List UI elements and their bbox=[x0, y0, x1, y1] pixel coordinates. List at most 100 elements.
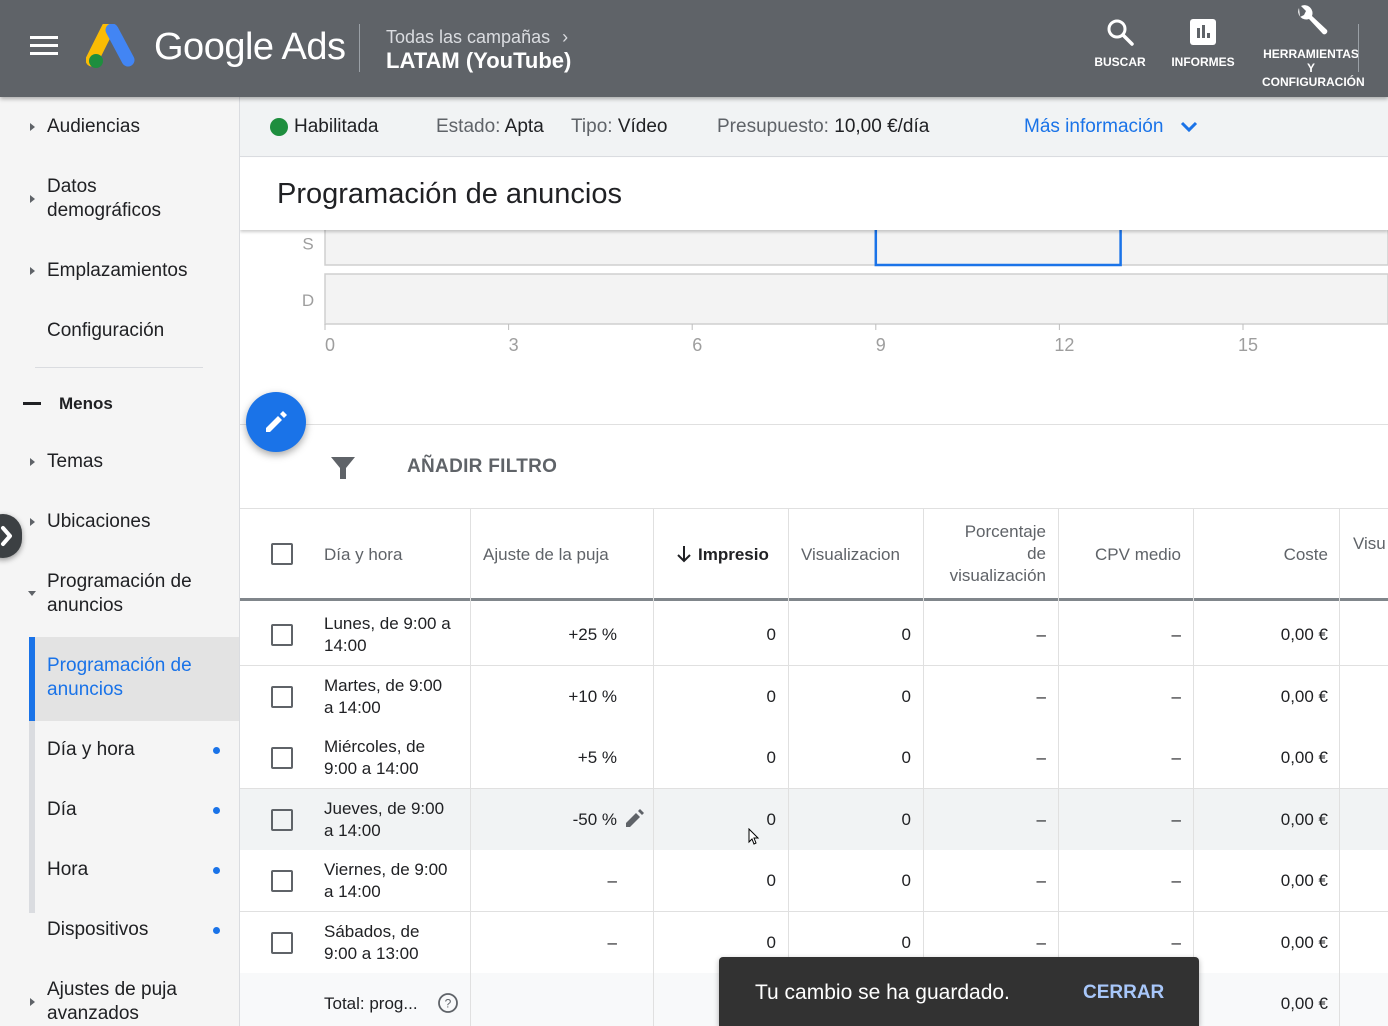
column-header-ajuste-puja[interactable]: Ajuste de la puja bbox=[483, 544, 609, 566]
row-checkbox[interactable] bbox=[271, 624, 293, 646]
cell-day-hour[interactable]: Lunes, de 9:00 a 14:00 bbox=[324, 613, 451, 657]
menu-icon[interactable] bbox=[30, 36, 60, 60]
column-divider bbox=[470, 509, 471, 1026]
snackbar: Tu cambio se ha guardado. CERRAR bbox=[719, 957, 1199, 1026]
sidebar-item-emplazamientos[interactable]: Emplazamientos bbox=[0, 259, 239, 283]
row-checkbox[interactable] bbox=[271, 931, 293, 954]
cell-bid-adjustment[interactable]: – bbox=[480, 870, 617, 892]
sidebar-item-dispositivos[interactable]: Dispositivos bbox=[0, 918, 239, 942]
expand-sidebar-button[interactable] bbox=[0, 514, 22, 558]
pencil-icon[interactable] bbox=[624, 807, 646, 829]
edit-fab-button[interactable] bbox=[246, 392, 306, 452]
column-divider bbox=[653, 509, 654, 1026]
cell-views: 0 bbox=[901, 686, 911, 706]
sidebar-item-configuracion[interactable]: Configuración bbox=[0, 319, 239, 343]
help-icon[interactable]: ? bbox=[437, 992, 459, 1014]
sidebar-item-datos-demograficos[interactable]: Datos demográficos bbox=[0, 175, 239, 223]
table-row[interactable]: Lunes, de 9:00 a 14:00 +25 % 0 0 – – 0,00 € bbox=[240, 604, 1388, 666]
cell-bid-adjustment[interactable]: +10 % bbox=[480, 686, 617, 708]
sort-desc-arrow-icon bbox=[677, 546, 691, 563]
cell-bid-adjustment[interactable]: +25 % bbox=[480, 624, 617, 646]
sidebar-item-audiencias[interactable]: Audiencias bbox=[0, 115, 239, 139]
cell-impressions: 0 bbox=[766, 625, 776, 644]
caret-down-icon bbox=[28, 591, 36, 596]
chart-row-band bbox=[324, 230, 1388, 266]
sidebar-subitem-programacion-anuncios[interactable]: Programación de anuncios bbox=[0, 654, 239, 702]
column-header-visualizaciones[interactable]: Visualizacion bbox=[801, 544, 913, 566]
tools-settings-button[interactable]: HERRAMIENTAS Y CONFIGURACIÓN bbox=[1262, 4, 1365, 89]
page-title: Programación de anuncios bbox=[277, 178, 622, 210]
cell-day-hour[interactable]: Jueves, de 9:00 a 14:00 bbox=[324, 798, 444, 842]
add-filter-button[interactable]: AÑADIR FILTRO bbox=[407, 456, 557, 478]
status-dot bbox=[213, 807, 220, 814]
chart-x-tick-label: 15 bbox=[1238, 335, 1258, 355]
status-label[interactable]: Habilitada bbox=[294, 116, 379, 138]
cell-day-hour[interactable]: Miércoles, de 9:00 a 14:00 bbox=[324, 736, 425, 780]
sidebar-subitem-dia-y-hora[interactable]: Día y hora bbox=[0, 738, 239, 762]
chart-x-tick-label: 12 bbox=[1054, 335, 1074, 355]
cell-bid-adjustment[interactable]: -50 % bbox=[480, 809, 617, 831]
sidebar-item-label: Ubicaciones bbox=[47, 511, 151, 532]
sidebar-subitem-hora[interactable]: Hora bbox=[0, 858, 239, 882]
chart-x-tick-label: 9 bbox=[876, 335, 886, 355]
row-checkbox[interactable] bbox=[271, 808, 293, 831]
column-header-visu[interactable]: Visu bbox=[1353, 533, 1386, 555]
row-checkbox[interactable] bbox=[271, 870, 293, 892]
cell-day-line: a 14:00 bbox=[324, 697, 381, 717]
cell-day-hour[interactable]: Sábados, de 9:00 a 13:00 bbox=[324, 921, 419, 965]
column-divider bbox=[923, 509, 924, 1026]
campaign-title[interactable]: LATAM (YouTube) bbox=[386, 48, 571, 74]
breadcrumb[interactable]: Todas las campañas › bbox=[386, 27, 568, 48]
column-header-coste[interactable]: Coste bbox=[1195, 544, 1328, 566]
sidebar-item-temas[interactable]: Temas bbox=[0, 450, 239, 474]
table-row[interactable]: Jueves, de 9:00 a 14:00 -50 % 0 0– –0,00 € bbox=[240, 788, 1388, 851]
cell-cost: 0,00 € bbox=[1280, 748, 1328, 767]
total-cost: 0,00 € bbox=[1280, 994, 1328, 1013]
breadcrumb-parent[interactable]: Todas las campañas bbox=[386, 27, 550, 47]
cell-day-hour[interactable]: Viernes, de 9:00 a 14:00 bbox=[324, 859, 448, 903]
table-row[interactable]: Miércoles, de 9:00 a 14:00 +5 % 0 0 – – 0,00 € bbox=[240, 727, 1388, 789]
more-info-label: Más información bbox=[1024, 116, 1164, 137]
tipo-field: Tipo: Vídeo bbox=[571, 116, 667, 138]
tipo-key: Tipo: bbox=[571, 116, 613, 137]
table-row[interactable]: Martes, de 9:00 a 14:00 +10 % 0 0 – – 0,00 € bbox=[240, 665, 1388, 728]
row-checkbox[interactable] bbox=[271, 747, 293, 769]
sidebar-item-label: Temas bbox=[47, 451, 103, 472]
schedule-chart-svg: S D 0 3 6 9 12 15 bbox=[302, 230, 1388, 355]
row-checkbox[interactable] bbox=[271, 685, 293, 708]
estado-key: Estado: bbox=[436, 116, 501, 137]
sidebar-item-label: Programación de bbox=[47, 571, 192, 592]
table-row[interactable]: Viernes, de 9:00 a 14:00 – 0 0 – – 0,00 € bbox=[240, 850, 1388, 912]
cell-cost: 0,00 € bbox=[1280, 871, 1328, 890]
search-button[interactable]: BUSCAR bbox=[1094, 18, 1146, 69]
select-all-checkbox[interactable] bbox=[271, 543, 293, 565]
filter-icon[interactable] bbox=[330, 455, 356, 481]
sidebar-subitem-dia[interactable]: Día bbox=[0, 798, 239, 822]
cell-day-hour[interactable]: Martes, de 9:00 a 14:00 bbox=[324, 675, 442, 719]
reports-button[interactable]: INFORMES bbox=[1170, 18, 1236, 69]
sidebar-item-programacion-anuncios[interactable]: Programación de anuncios bbox=[0, 570, 239, 618]
caret-right-icon bbox=[30, 267, 35, 275]
more-info-link[interactable]: Más información bbox=[1024, 116, 1199, 138]
cell-cpv: – bbox=[1171, 748, 1181, 767]
status-dot bbox=[213, 867, 220, 874]
snackbar-close-button[interactable]: CERRAR bbox=[1083, 982, 1164, 1004]
cell-views: 0 bbox=[901, 625, 911, 644]
column-header-cpv-medio[interactable]: CPV medio bbox=[1060, 544, 1181, 566]
cell-day-line: Jueves, de 9:00 bbox=[324, 798, 445, 818]
cell-view-rate: – bbox=[1036, 932, 1046, 952]
sidebar-toggle-menos[interactable]: Menos bbox=[0, 392, 239, 416]
chevron-right-icon: › bbox=[562, 27, 569, 47]
sidebar-item-ubicaciones[interactable]: Ubicaciones bbox=[0, 510, 239, 534]
column-header-label: Porcentaje bbox=[964, 522, 1046, 541]
sidebar-item-ajustes-puja-avanzados[interactable]: Ajustes de puja avanzados bbox=[0, 978, 239, 1026]
cell-views: 0 bbox=[901, 871, 911, 890]
cell-bid-adjustment[interactable]: +5 % bbox=[480, 747, 617, 769]
cell-day-line: a 14:00 bbox=[324, 820, 381, 840]
status-dot bbox=[213, 927, 220, 934]
sidebar-item-label: Datos bbox=[47, 176, 97, 197]
column-header-impresiones[interactable]: Impresio bbox=[676, 544, 776, 566]
column-header-dia-hora[interactable]: Día y hora bbox=[324, 544, 402, 566]
column-header-porcentaje-visualizacion[interactable]: Porcentaje de visualización bbox=[923, 521, 1046, 587]
cell-bid-adjustment[interactable]: – bbox=[480, 932, 617, 954]
